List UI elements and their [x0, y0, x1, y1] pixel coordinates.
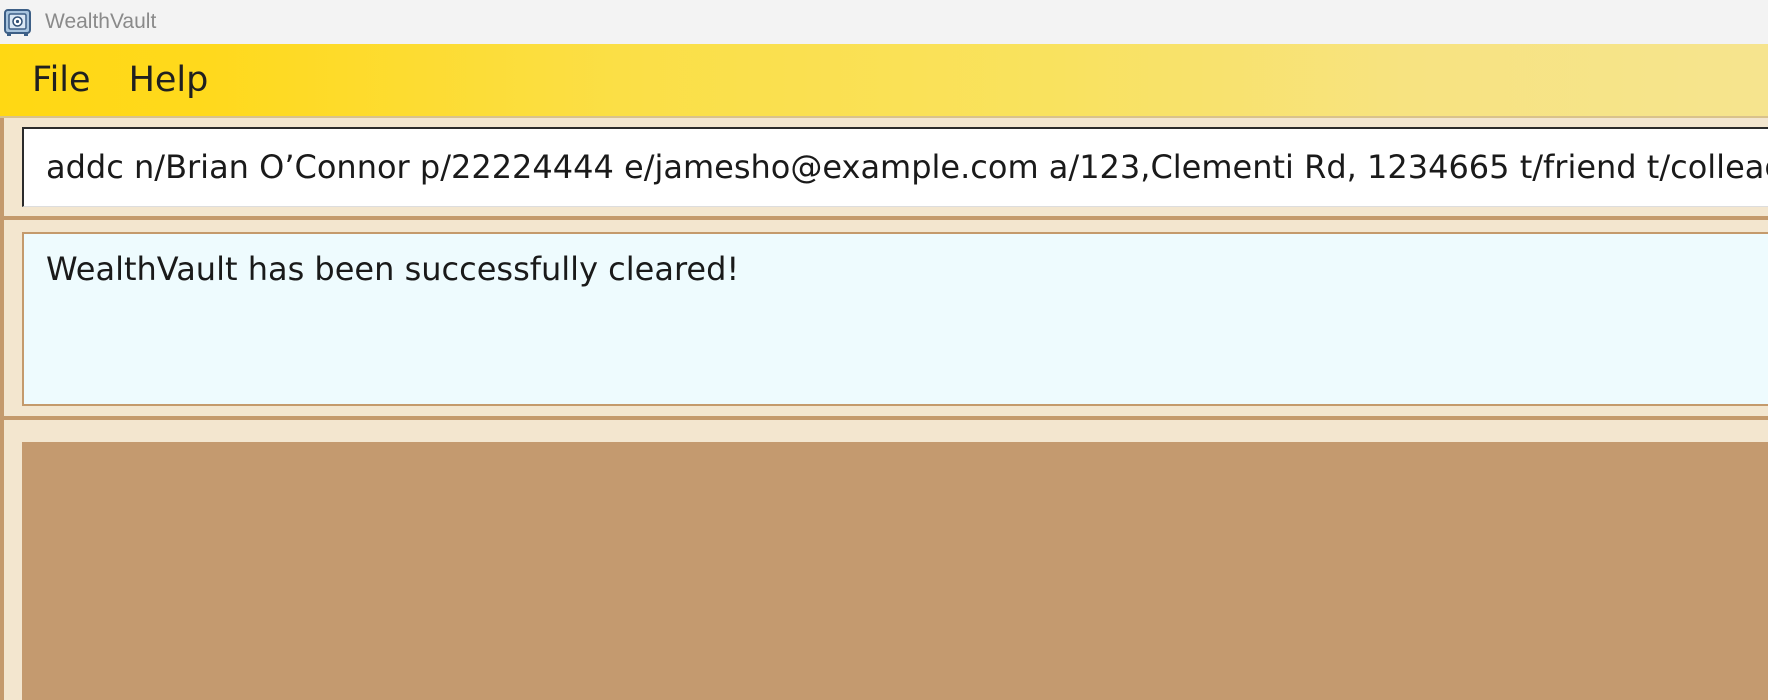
- vault-safe-icon: [3, 7, 33, 37]
- menu-help[interactable]: Help: [91, 60, 209, 100]
- window-title: WealthVault: [45, 10, 157, 33]
- contact-list-panel[interactable]: [22, 442, 1768, 700]
- result-display-section: WealthVault has been successfully cleare…: [4, 220, 1768, 416]
- command-box-section: addc n/Brian O’Connor p/22224444 e/james…: [4, 118, 1768, 216]
- app-window: WealthVault File Help addc n/Brian O’Con…: [0, 0, 1768, 700]
- command-input[interactable]: addc n/Brian O’Connor p/22224444 e/james…: [22, 127, 1768, 207]
- result-message: WealthVault has been successfully cleare…: [46, 250, 740, 288]
- result-display: WealthVault has been successfully cleare…: [22, 232, 1768, 406]
- menu-file[interactable]: File: [0, 60, 91, 100]
- title-bar: WealthVault: [0, 0, 1768, 44]
- menu-bar: File Help: [0, 44, 1768, 118]
- contact-list-section: [4, 420, 1768, 700]
